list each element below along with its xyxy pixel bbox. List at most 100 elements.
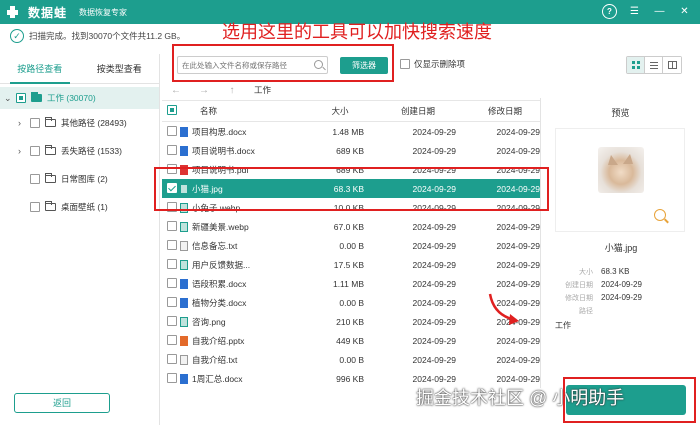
file-modified: 2024-09-29 <box>496 354 540 365</box>
table-body: 项目构思.docx 1.48 MB 2024-09-29 2024-09-29 项目说明… <box>162 122 540 388</box>
only-deleted-toggle[interactable]: 仅显示删除项 <box>400 58 465 70</box>
file-size: 17.5 KB <box>333 259 364 270</box>
file-created: 2024-09-29 <box>412 316 456 327</box>
scan-status-text: 扫描完成。找到30070个文件共11.2 GB。 <box>29 31 186 41</box>
txt-file-icon <box>180 240 188 251</box>
tree-item-lost-paths[interactable]: › 丢失路径 (1533) <box>0 137 159 165</box>
file-created: 2024-09-29 <box>412 278 456 289</box>
word-file-icon <box>180 278 188 289</box>
tree-root-label: 工作 (30070) <box>47 93 96 103</box>
txt-file-icon <box>180 354 188 365</box>
file-created: 2024-09-29 <box>412 354 456 365</box>
table-row[interactable]: 语段积累.docx 1.11 MB 2024-09-29 2024-09-29 <box>162 274 540 293</box>
tree-item-daily-gallery[interactable]: 日常图库 (2) <box>0 165 159 193</box>
select-all-checkbox[interactable] <box>167 105 177 115</box>
table-row[interactable]: 植物分类.docx 0.00 B 2024-09-29 2024-09-29 <box>162 293 540 312</box>
meta-value: 2024-09-29 <box>601 293 642 302</box>
file-name: 新疆美景.webp <box>192 221 249 232</box>
meta-value: 2024-09-29 <box>601 280 642 289</box>
expanded-arrow-icon[interactable]: ⌄ <box>4 93 16 104</box>
app-logo: 数据蛙 <box>6 4 67 21</box>
file-name: 1周汇总.docx <box>192 373 243 384</box>
file-name: 项目构思.docx <box>192 126 247 137</box>
file-size: 0.00 B <box>339 354 364 365</box>
file-name: 植物分类.docx <box>192 297 247 308</box>
tree-item-checkbox[interactable] <box>30 118 40 128</box>
close-icon[interactable]: ✕ <box>677 4 692 19</box>
preview-title: 预览 <box>611 108 630 118</box>
table-row[interactable]: 项目构思.docx 1.48 MB 2024-09-29 2024-09-29 <box>162 122 540 141</box>
zoom-icon[interactable] <box>654 209 666 221</box>
tree-item-other-paths[interactable]: › 其他路径 (28493) <box>0 109 159 137</box>
tree-root-checkbox[interactable] <box>16 93 26 103</box>
tab-by-path[interactable]: 按路径查看 <box>0 54 80 84</box>
header-modified[interactable]: 修改日期 <box>456 105 540 117</box>
file-created: 2024-09-29 <box>412 373 456 384</box>
table-row[interactable]: 咨询.png 210 KB 2024-09-29 2024-09-29 <box>162 312 540 331</box>
table-row[interactable]: 信息备忘.txt 0.00 B 2024-09-29 2024-09-29 <box>162 236 540 255</box>
collapsed-arrow-icon[interactable]: › <box>18 146 30 156</box>
table-row[interactable]: 自我介绍.pptx 449 KB 2024-09-29 2024-09-29 <box>162 331 540 350</box>
table-row[interactable]: 自我介绍.txt 0.00 B 2024-09-29 2024-09-29 <box>162 350 540 369</box>
tab-by-type[interactable]: 按类型查看 <box>80 54 160 83</box>
tree-item-wallpaper[interactable]: 桌面壁纸 (1) <box>0 193 159 221</box>
table-row[interactable]: 新疆美景.webp 67.0 KB 2024-09-29 2024-09-29 <box>162 217 540 236</box>
detail-view-button[interactable] <box>663 57 681 73</box>
app-subtitle: 数据恢复专家 <box>79 7 128 17</box>
list-view-button[interactable] <box>645 57 663 73</box>
tree-item-label: 桌面壁纸 (1) <box>61 202 108 212</box>
meta-key: 修改日期 <box>565 294 593 302</box>
img-file-icon <box>180 259 188 270</box>
img-file-icon <box>180 221 188 232</box>
view-tabs: 按路径查看 按类型查看 <box>0 54 159 84</box>
menu-icon[interactable]: ☰ <box>627 4 642 19</box>
up-arrow-icon[interactable]: ↑ <box>218 85 246 96</box>
header-size[interactable]: 大小 <box>276 105 366 117</box>
annotation-box-recover <box>563 377 696 423</box>
list-icon <box>649 61 658 69</box>
only-deleted-checkbox[interactable] <box>400 59 410 69</box>
file-size: 1.11 MB <box>332 278 364 289</box>
tree-item-checkbox[interactable] <box>30 202 40 212</box>
scan-status: ✓ 扫描完成。找到30070个文件共11.2 GB。 <box>10 27 185 45</box>
forward-arrow-icon[interactable]: → <box>190 85 218 96</box>
back-button[interactable]: 返回 <box>14 393 110 413</box>
collapsed-arrow-icon[interactable]: › <box>18 118 30 128</box>
word-file-icon <box>180 373 188 384</box>
check-circle-icon: ✓ <box>10 29 24 43</box>
table-row[interactable]: 用户反馈数据... 17.5 KB 2024-09-29 2024-09-29 <box>162 255 540 274</box>
tree-item-checkbox[interactable] <box>30 174 40 184</box>
help-icon[interactable]: ? <box>602 4 617 19</box>
annotation-box-search <box>172 44 394 82</box>
tree-root-item[interactable]: ⌄ 工作 (30070) <box>0 87 159 109</box>
file-size: 0.00 B <box>339 297 364 308</box>
file-name: 自我介绍.pptx <box>192 335 245 346</box>
meta-key: 创建日期 <box>565 281 593 289</box>
folder-icon <box>45 201 56 211</box>
file-modified: 2024-09-29 <box>496 335 540 346</box>
preview-panel: 预览 小猫.jpg 大小 68.3 KB 创建日期 2024-09-29 修改日期 2… <box>540 98 700 388</box>
word-file-icon <box>180 297 188 308</box>
detail-icon <box>667 61 677 69</box>
file-modified: 2024-09-29 <box>496 373 540 384</box>
app-name: 数据蛙 <box>28 5 68 20</box>
file-created: 2024-09-29 <box>412 297 456 308</box>
header-created[interactable]: 创建日期 <box>366 105 456 117</box>
back-arrow-icon[interactable]: ← <box>162 85 190 96</box>
annotation-text: 选用这里的工具可以加快搜索速度 <box>222 22 492 42</box>
header-name[interactable]: 名称 <box>176 105 276 117</box>
grid-view-button[interactable] <box>627 57 645 73</box>
file-created: 2024-09-29 <box>412 335 456 346</box>
file-modified: 2024-09-29 <box>496 145 540 156</box>
table-row[interactable]: 项目说明书.docx 689 KB 2024-09-29 2024-09-29 <box>162 141 540 160</box>
file-table: 名称 大小 创建日期 修改日期 项目构思.docx 1.48 MB 2024-09-… <box>162 100 540 388</box>
logo-icon <box>6 5 24 19</box>
minimize-icon[interactable]: — <box>652 4 667 19</box>
file-size: 996 KB <box>336 373 364 384</box>
preview-path: 工作 <box>555 321 571 330</box>
tree-item-checkbox[interactable] <box>30 146 40 156</box>
folder-icon <box>31 92 42 102</box>
file-size: 449 KB <box>336 335 364 346</box>
file-size: 210 KB <box>336 316 364 327</box>
annotation-arrow-icon <box>488 293 519 325</box>
